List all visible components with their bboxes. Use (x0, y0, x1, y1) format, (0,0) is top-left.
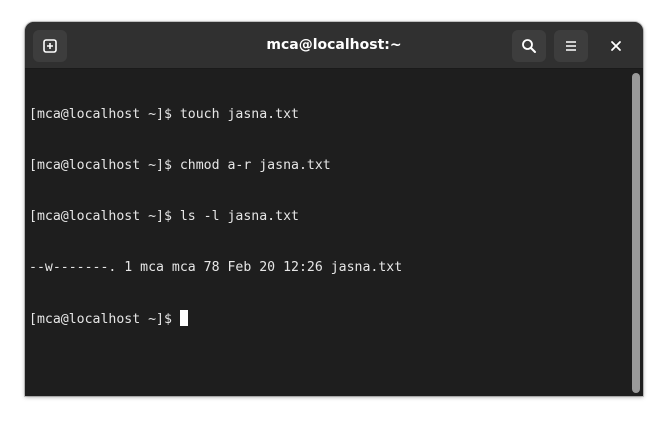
terminal-window: mca@localhost:~ [mca@localhost ~]$ touch… (25, 22, 643, 396)
window-title: mca@localhost:~ (266, 37, 402, 53)
new-tab-icon (42, 38, 58, 54)
text-cursor (179, 310, 188, 326)
scrollbar-thumb[interactable] (632, 73, 640, 393)
close-icon (610, 40, 622, 52)
terminal-line: [mca@localhost ~]$ touch jasna.txt (29, 107, 299, 122)
search-icon (521, 38, 537, 54)
terminal-prompt-line: [mca@localhost ~]$ (29, 310, 624, 327)
terminal-area[interactable]: [mca@localhost ~]$ touch jasna.txt [mca@… (25, 70, 643, 396)
terminal-prompt: [mca@localhost ~]$ (29, 312, 180, 327)
terminal-line: --w-------. 1 mca mca 78 Feb 20 12:26 ja… (29, 260, 403, 275)
terminal-output: [mca@localhost ~]$ touch jasna.txt [mca@… (29, 72, 624, 361)
headerbar: mca@localhost:~ (25, 22, 643, 69)
close-button[interactable] (602, 32, 630, 60)
menu-button[interactable] (554, 30, 588, 62)
scrollbar[interactable] (632, 73, 640, 393)
hamburger-menu-icon (563, 38, 579, 54)
terminal-line: [mca@localhost ~]$ chmod a-r jasna.txt (29, 158, 331, 173)
new-tab-button[interactable] (33, 30, 67, 62)
terminal-line: [mca@localhost ~]$ ls -l jasna.txt (29, 209, 299, 224)
search-button[interactable] (512, 30, 546, 62)
